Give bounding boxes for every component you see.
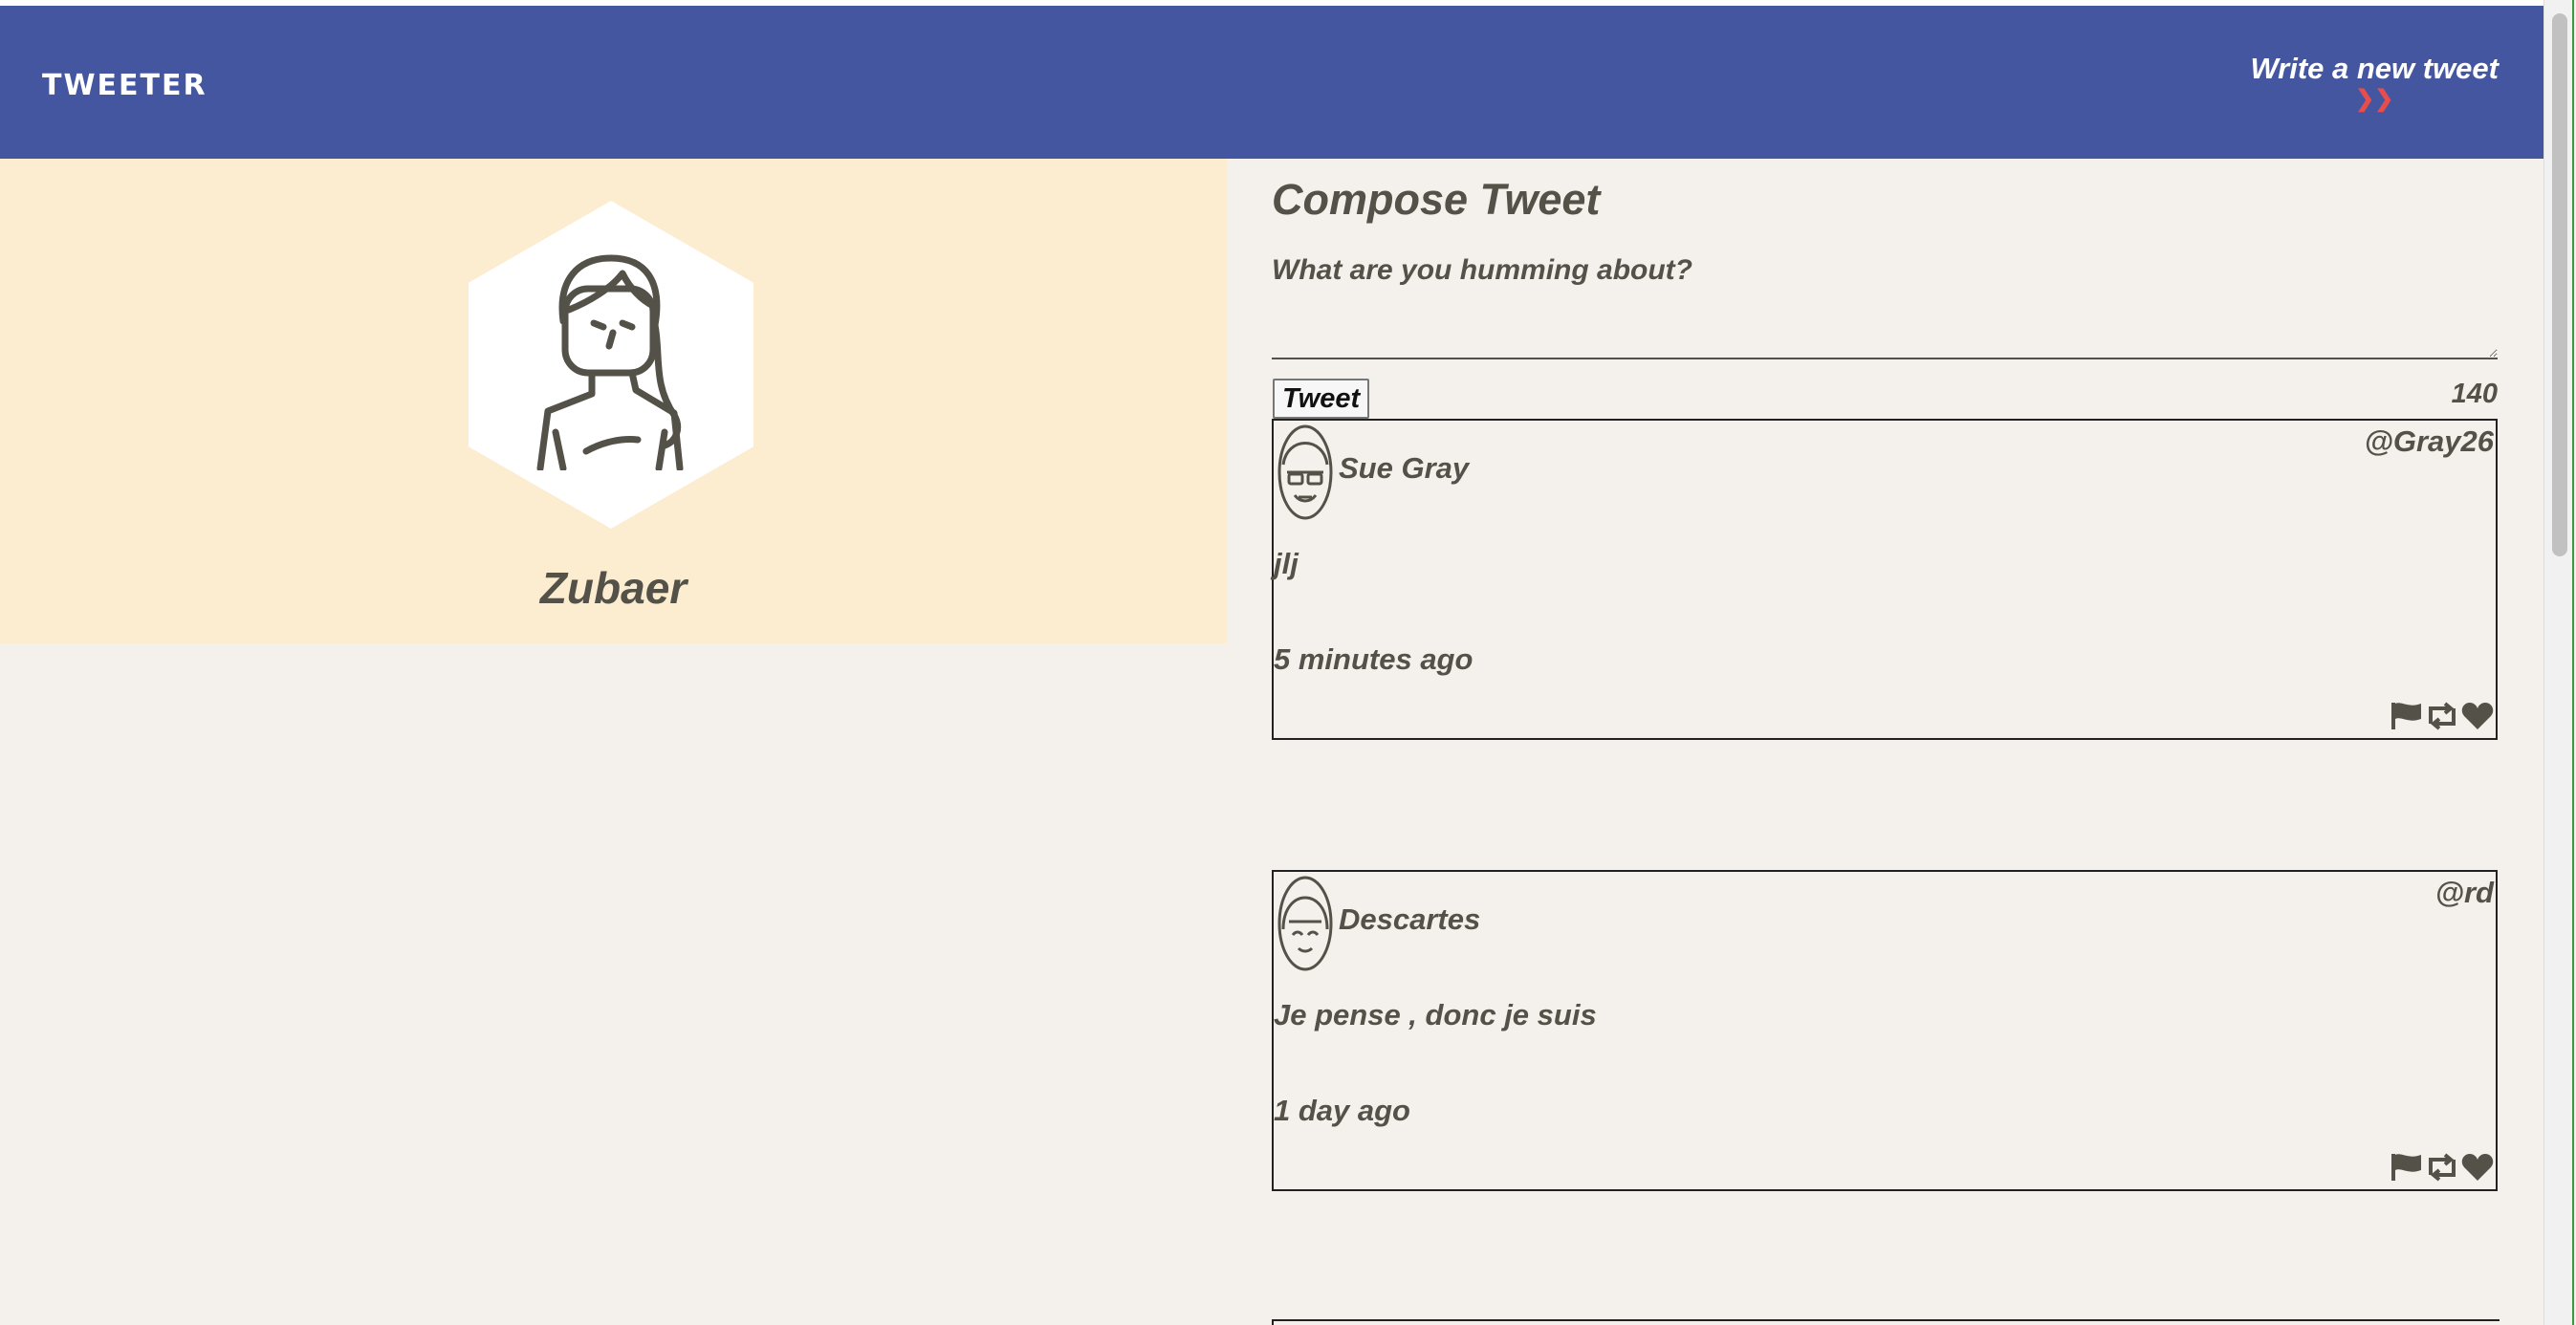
tweet-author-handle: @rd	[2434, 876, 2494, 909]
brand-logo[interactable]: TWEETER	[42, 69, 207, 102]
tweet-author-handle: @Gray26	[2364, 424, 2494, 458]
window-edge	[2572, 0, 2574, 1325]
scrollbar-thumb[interactable]	[2552, 13, 2567, 556]
vertical-scrollbar[interactable]	[2543, 0, 2576, 1325]
tweet-card: Sue Gray @Gray26 jlj 5 minutes ago	[1272, 419, 2498, 740]
retweet-icon[interactable]	[2425, 701, 2459, 736]
flag-icon[interactable]	[2390, 701, 2423, 736]
avatar	[1277, 876, 1333, 971]
character-counter: 140	[2451, 379, 2498, 409]
write-new-tweet-label: Write a new tweet	[2250, 52, 2499, 85]
avatar	[1277, 424, 1333, 520]
tweet-textarea[interactable]	[1272, 254, 2498, 359]
navbar: TWEETER Write a new tweet ❯❯	[0, 6, 2543, 159]
tweet-actions	[2390, 1152, 2494, 1187]
profile-avatar-hexagon	[469, 201, 753, 529]
tweet-actions	[2390, 701, 2494, 736]
double-chevron-down-icon: ❯❯	[2355, 86, 2394, 112]
flag-icon[interactable]	[2390, 1152, 2423, 1187]
profile-name: Zubaer	[539, 563, 688, 613]
write-new-tweet-toggle[interactable]: Write a new tweet ❯❯	[2250, 52, 2499, 112]
tweet-author-name: Sue Gray	[1339, 451, 1470, 485]
tweet-author-name: Descartes	[1339, 902, 1481, 936]
tweet-timestamp: 1 day ago	[1274, 1094, 1410, 1127]
tweet-card: Descartes @rd Je pense , donc je suis 1 …	[1272, 870, 2498, 1191]
retweet-icon[interactable]	[2425, 1152, 2459, 1187]
tweet-submit-button[interactable]: Tweet	[1273, 379, 1370, 419]
heart-icon[interactable]	[2461, 701, 2494, 736]
tweet-body: Je pense , donc je suis	[1274, 998, 1597, 1032]
tweet-body: jlj	[1274, 547, 1299, 580]
page: TWEETER Write a new tweet ❯❯ Zubaer Comp…	[0, 0, 2576, 1325]
compose-title: Compose Tweet	[1272, 175, 1601, 224]
profile-avatar-icon	[536, 254, 684, 470]
tweet-card-partial	[1272, 1319, 2500, 1325]
profile-panel: Zubaer	[0, 159, 1227, 643]
heart-icon[interactable]	[2461, 1152, 2494, 1187]
tweet-timestamp: 5 minutes ago	[1274, 642, 1474, 676]
